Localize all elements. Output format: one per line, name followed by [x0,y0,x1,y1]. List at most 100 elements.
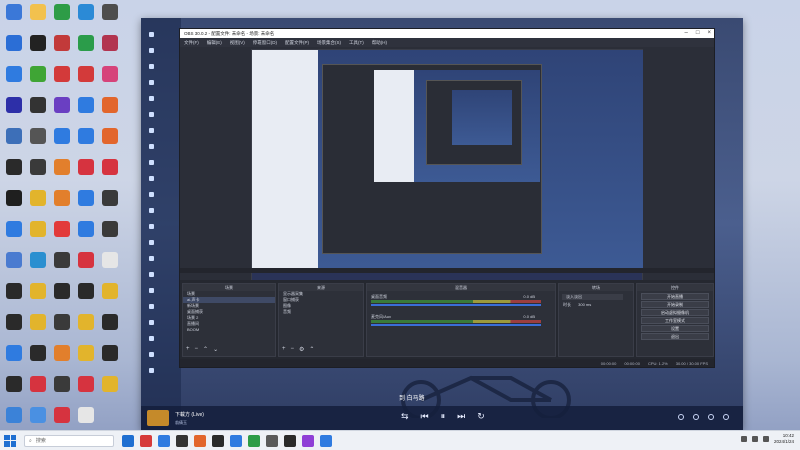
volume-icon[interactable] [762,436,769,442]
desktop-icon[interactable] [26,283,50,309]
music-sidebar-item[interactable] [149,94,181,103]
desktop-icon[interactable] [74,221,98,247]
desktop-icon[interactable] [2,376,26,402]
desktop-icon[interactable] [2,190,26,216]
song-title[interactable]: 下載方 (Live) [175,411,204,418]
desktop-icon[interactable] [74,35,98,61]
desktop-icon[interactable] [50,376,74,402]
desktop-icon[interactable] [2,159,26,185]
desktop-icon[interactable] [50,314,74,340]
control-button[interactable]: 退出 [641,333,709,340]
desktop-icon[interactable] [74,159,98,185]
add-icon[interactable]: + [282,346,286,353]
taskbar-app-icon[interactable] [140,434,152,447]
desktop-icon[interactable] [50,252,74,278]
desktop-icon[interactable] [26,345,50,371]
obs-titlebar[interactable]: OBS 30.0.2 - 配置文件: 未命名 - 场景: 未命名 – □ × [180,29,714,38]
desktop-icon[interactable] [98,66,122,92]
desktop-icon[interactable] [2,221,26,247]
queue-icon[interactable] [723,414,729,420]
desktop-icon[interactable] [26,252,50,278]
minimize-icon[interactable]: – [685,30,688,36]
source-item[interactable]: 音频 [279,309,363,315]
desktop-icon[interactable] [2,314,26,340]
music-sidebar-item[interactable] [149,190,181,199]
chevron-up-icon[interactable] [740,436,747,442]
desktop-icon[interactable] [50,345,74,371]
desktop-icon[interactable] [50,283,74,309]
desktop-icon[interactable] [50,97,74,123]
music-sidebar-item[interactable] [149,254,181,263]
gear-icon[interactable]: ⚙ [299,346,304,353]
music-sidebar-item[interactable] [149,366,181,375]
desktop-icon[interactable] [98,190,122,216]
loop-icon[interactable]: ↻ [477,411,485,422]
desktop-icon[interactable] [50,221,74,247]
desktop-icon[interactable] [74,314,98,340]
music-sidebar-item[interactable] [149,318,181,327]
menu-item[interactable]: 帮助(H) [372,40,387,46]
music-sidebar-item[interactable] [149,78,181,87]
music-sidebar-item[interactable] [149,350,181,359]
control-button[interactable]: 开始直播 [641,293,709,300]
song-artist[interactable]: 翁倩玉 [175,420,204,426]
playlist-icon[interactable] [708,414,714,420]
desktop-icon[interactable] [26,221,50,247]
music-sidebar-item[interactable] [149,206,181,215]
volume-icon[interactable] [678,414,684,420]
music-sidebar-item[interactable] [149,30,181,39]
menu-item[interactable]: 场景集合(S) [317,40,341,46]
desktop-icon[interactable] [26,35,50,61]
volume-fader[interactable] [371,324,541,326]
album-cover[interactable] [147,410,169,426]
desktop-icon[interactable] [98,159,122,185]
music-sidebar-item[interactable] [149,46,181,55]
move-up-icon[interactable]: ⌃ [203,346,208,353]
desktop-icon[interactable] [74,252,98,278]
music-sidebar-item[interactable] [149,286,181,295]
music-sidebar-item[interactable] [149,126,181,135]
taskbar-app-icon[interactable] [176,434,188,447]
shuffle-icon[interactable]: ⇆ [401,411,409,422]
desktop-icon[interactable] [26,97,50,123]
taskbar-app-icon[interactable] [212,434,224,447]
music-sidebar-item[interactable] [149,270,181,279]
move-up-icon[interactable]: ⌃ [309,346,314,353]
desktop-icon[interactable] [26,4,50,30]
network-icon[interactable] [751,436,758,442]
music-sidebar-item[interactable] [149,174,181,183]
desktop-icon[interactable] [2,35,26,61]
desktop-icon[interactable] [98,4,122,30]
desktop-icon[interactable] [74,283,98,309]
control-button[interactable]: 启动虚拟摄像机 [641,309,709,316]
desktop-icon[interactable] [98,128,122,154]
taskbar-app-icon[interactable] [158,434,170,447]
desktop-icon[interactable] [74,128,98,154]
menu-item[interactable]: 视图(V) [230,40,245,46]
taskbar-app-icon[interactable] [284,434,296,447]
music-sidebar-item[interactable] [149,158,181,167]
desktop-icon[interactable] [98,345,122,371]
pause-icon[interactable]: ⏸ [441,411,446,422]
desktop-icon[interactable] [74,97,98,123]
taskbar-app-icon[interactable] [320,434,332,447]
desktop-icon[interactable] [26,159,50,185]
taskbar-app-icon[interactable] [302,434,314,447]
desktop-icon[interactable] [26,66,50,92]
obs-window[interactable]: OBS 30.0.2 - 配置文件: 未命名 - 场景: 未命名 – □ × 文… [179,28,715,368]
music-sidebar-item[interactable] [149,334,181,343]
desktop-icon[interactable] [74,4,98,30]
taskbar-app-icon[interactable] [266,434,278,447]
start-button[interactable] [4,434,16,447]
menu-item[interactable]: 工具(T) [349,40,364,46]
desktop-icon[interactable] [50,66,74,92]
desktop-icon[interactable] [2,97,26,123]
scene-item[interactable]: BOOM [183,327,275,333]
control-button[interactable]: 设置 [641,325,709,332]
desktop-icon[interactable] [98,221,122,247]
music-sidebar-item[interactable] [149,142,181,151]
desktop-icon[interactable] [2,66,26,92]
desktop-icon[interactable] [98,35,122,61]
menu-item[interactable]: 文件(F) [184,40,199,46]
desktop-icon[interactable] [98,314,122,340]
